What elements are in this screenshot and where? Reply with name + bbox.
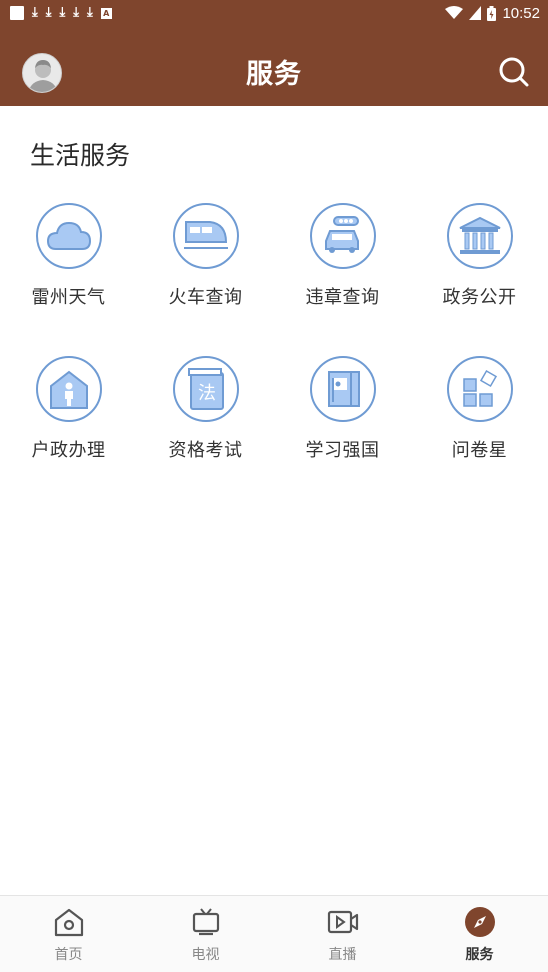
status-time: 10:52 (502, 4, 540, 22)
train-circle (172, 203, 239, 269)
section-title: 生活服务 (30, 141, 131, 170)
party-flag-book-icon (327, 371, 360, 407)
government-building-icon (459, 216, 500, 254)
service-exam[interactable]: 法 资格考试 (137, 356, 274, 486)
service-label: 违章查询 (305, 287, 380, 308)
tab-label: 直播 (328, 947, 357, 963)
tab-label: 服务 (465, 947, 494, 963)
live-video-icon (327, 910, 358, 934)
tab-label: 电视 (191, 947, 220, 963)
exam-circle: 法 (172, 356, 239, 422)
service-label: 资格考试 (168, 440, 243, 461)
tab-live[interactable]: 直播 (274, 896, 411, 972)
page-title: 服务 (246, 59, 302, 90)
service-weather[interactable]: 雷州天气 (0, 203, 137, 333)
notification-icons: ⤓ ⤓ ⤓ ⤓ ⤓ A (10, 6, 112, 20)
service-violation[interactable]: 违章查询 (274, 203, 411, 333)
car-circle (309, 203, 376, 269)
app-square-icon (10, 6, 24, 20)
search-icon[interactable] (498, 56, 530, 88)
house-person-icon (49, 370, 88, 409)
law-book-icon: 法 (187, 368, 224, 410)
tab-tv[interactable]: 电视 (137, 896, 274, 972)
service-xuexi[interactable]: 学习强国 (274, 356, 411, 486)
weather-circle (35, 203, 102, 269)
download-icon: ⤓ (59, 5, 66, 20)
service-label: 雷州天气 (31, 287, 106, 308)
service-government[interactable]: 政务公开 (411, 203, 548, 333)
app-header: 服务 (0, 26, 548, 106)
download-icon: ⤓ (32, 5, 38, 20)
tab-label: 首页 (54, 947, 83, 963)
download-icon: ⤓ (45, 5, 52, 20)
government-circle (446, 203, 513, 269)
battery-icon (487, 5, 497, 21)
service-label: 火车查询 (168, 287, 243, 308)
tv-icon (192, 908, 219, 936)
home-icon (54, 908, 83, 937)
car-icon (324, 216, 359, 253)
survey-circle (446, 356, 513, 422)
download-icon: ⤓ (87, 5, 93, 20)
service-train[interactable]: 火车查询 (137, 203, 274, 333)
xuexi-circle (309, 356, 376, 422)
service-label: 学习强国 (305, 440, 380, 461)
bottom-tab-bar: 首页 电视 直播 服务 (0, 895, 548, 972)
wifi-icon (445, 6, 464, 19)
signal-icon (469, 6, 482, 20)
status-bar: ⤓ ⤓ ⤓ ⤓ ⤓ A 10:52 (0, 0, 548, 26)
service-survey[interactable]: 问卷星 (411, 356, 548, 486)
svg-text:法: 法 (198, 383, 216, 404)
a-badge-icon: A (100, 7, 112, 19)
cloud-icon (46, 221, 91, 250)
service-household[interactable]: 户政办理 (0, 356, 137, 486)
compass-icon (464, 907, 495, 937)
service-label: 问卷星 (451, 440, 508, 461)
download-icon: ⤓ (73, 5, 79, 20)
household-circle (35, 356, 102, 422)
service-label: 户政办理 (31, 440, 106, 461)
tab-service[interactable]: 服务 (411, 896, 548, 972)
train-icon (183, 221, 228, 249)
service-label: 政务公开 (442, 287, 517, 308)
tab-home[interactable]: 首页 (0, 896, 137, 972)
blocks-icon (462, 369, 497, 407)
